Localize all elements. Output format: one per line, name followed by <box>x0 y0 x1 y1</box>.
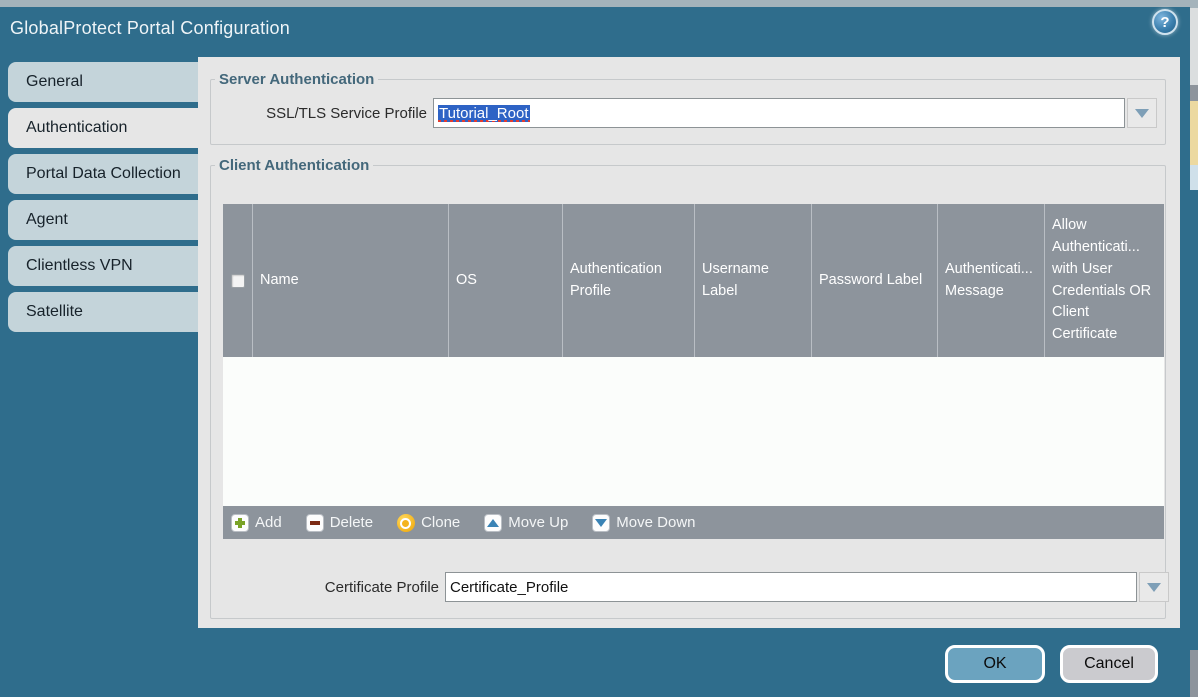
sidebar-tabs: General Authentication Portal Data Collect… <box>8 62 198 338</box>
server-authentication-legend: Server Authentication <box>219 71 375 88</box>
table-header-row: Name OS Authentication Profile Username Lab… <box>223 204 1164 357</box>
move-down-button[interactable]: Move Down <box>592 513 696 532</box>
select-all-checkbox[interactable] <box>230 273 245 288</box>
sidebar-tab-portal-data-collection[interactable]: Portal Data Collection <box>8 154 198 194</box>
globalprotect-portal-dialog: GlobalProtect Portal Configuration ? Gen… <box>0 0 1198 697</box>
server-authentication-section: Server Authentication SSL/TLS Service Pr… <box>210 71 1166 145</box>
scrollbar-band <box>1190 650 1198 697</box>
scrollbar-band <box>1190 101 1198 165</box>
certificate-profile-input[interactable]: Certificate_Profile <box>445 572 1137 602</box>
scrollbar-thumb[interactable] <box>1190 85 1198 101</box>
certificate-profile-label: Certificate Profile <box>324 578 439 596</box>
scrollbar-band <box>1190 165 1198 190</box>
clone-icon <box>397 513 416 532</box>
scrollbar-band <box>1190 8 1198 85</box>
certificate-profile-value: Certificate_Profile <box>450 578 569 596</box>
ssl-tls-profile-row: SSL/TLS Service Profile Tutorial_Root <box>211 98 1165 128</box>
scrollbar-band <box>1190 0 1198 8</box>
ssl-tls-profile-value: Tutorial_Root <box>438 104 530 122</box>
table-body-empty[interactable] <box>223 357 1164 506</box>
add-icon <box>231 513 249 532</box>
toolbar-button-label: Add <box>255 514 282 531</box>
help-icon[interactable]: ? <box>1152 9 1178 35</box>
ssl-tls-profile-dropdown-button[interactable] <box>1127 98 1157 128</box>
table-column-header[interactable]: OS <box>449 204 563 357</box>
table-column-header[interactable]: Allow Authenticati... with User Credenti… <box>1045 204 1164 357</box>
table-header-checkbox-cell <box>223 204 253 357</box>
table-column-header[interactable]: Username Label <box>695 204 812 357</box>
scrollbar-band <box>1190 190 1198 650</box>
clone-button[interactable]: Clone <box>397 513 461 532</box>
table-column-header[interactable]: Authenticati... Message <box>938 204 1045 357</box>
content-panel: Server Authentication SSL/TLS Service Pr… <box>198 57 1180 628</box>
page-scrollbar-strip[interactable] <box>1190 0 1198 697</box>
table-toolbar: Add Delete Clone Move Up Move Down <box>223 506 1164 539</box>
table-column-header[interactable]: Authentication Profile <box>563 204 695 357</box>
sidebar-tab-clientless-vpn[interactable]: Clientless VPN <box>8 246 198 286</box>
table-column-header[interactable]: Password Label <box>812 204 938 357</box>
dialog-titlebar: GlobalProtect Portal Configuration <box>0 7 1190 57</box>
dialog-title: GlobalProtect Portal Configuration <box>10 18 290 38</box>
client-authentication-legend: Client Authentication <box>219 157 370 174</box>
toolbar-button-label: Delete <box>329 514 374 531</box>
ssl-tls-profile-label: SSL/TLS Service Profile <box>266 104 427 122</box>
toolbar-button-label: Move Up <box>508 514 569 531</box>
toolbar-button-label: Move Down <box>616 514 696 531</box>
delete-icon <box>305 513 324 532</box>
chevron-down-icon <box>1135 108 1149 118</box>
move-up-icon <box>484 513 503 532</box>
cancel-button[interactable]: Cancel <box>1060 645 1158 683</box>
table-column-header[interactable]: Name <box>253 204 449 357</box>
client-authentication-table: Name OS Authentication Profile Username Lab… <box>223 204 1164 539</box>
chevron-down-icon <box>1147 582 1161 592</box>
ssl-tls-profile-input[interactable]: Tutorial_Root <box>433 98 1125 128</box>
sidebar-tab-agent[interactable]: Agent <box>8 200 198 240</box>
client-authentication-section: Client Authentication Name OS Authenticati… <box>210 157 1169 619</box>
sidebar-tab-authentication[interactable]: Authentication <box>8 108 198 148</box>
toolbar-button-label: Clone <box>421 514 461 531</box>
ok-button[interactable]: OK <box>945 645 1045 683</box>
sidebar-tab-satellite[interactable]: Satellite <box>8 292 198 332</box>
add-button[interactable]: Add <box>231 513 282 532</box>
certificate-profile-row: Certificate Profile Certificate_Profile <box>223 572 1169 602</box>
window-top-strip <box>0 0 1198 7</box>
certificate-profile-dropdown-button[interactable] <box>1139 572 1169 602</box>
move-down-icon <box>592 513 611 532</box>
sidebar-tab-general[interactable]: General <box>8 62 198 102</box>
move-up-button[interactable]: Move Up <box>484 513 569 532</box>
delete-button[interactable]: Delete <box>305 513 374 532</box>
